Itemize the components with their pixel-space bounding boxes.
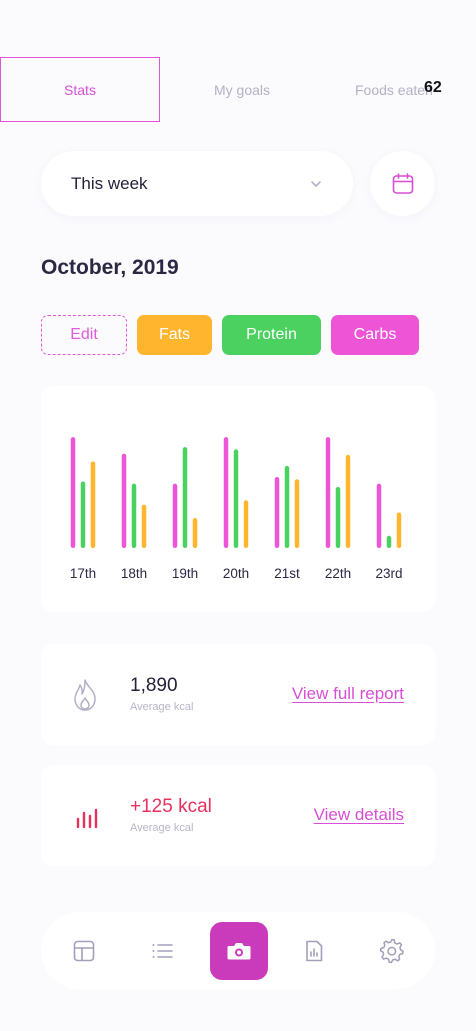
view-details-link[interactable]: View details xyxy=(314,805,404,825)
x-tick-label: 18th xyxy=(121,566,147,581)
report-icon xyxy=(306,940,323,962)
bar-fats-21st xyxy=(294,479,300,548)
bar-carbs-20th xyxy=(223,437,229,548)
average-kcal-card: 1,890 Average kcal View full report xyxy=(41,644,435,745)
calendar-button[interactable] xyxy=(370,151,435,216)
nav-list[interactable] xyxy=(137,926,187,976)
bar-fats-22th xyxy=(345,454,351,548)
bar-protein-21st xyxy=(284,465,290,548)
x-tick-label: 21st xyxy=(274,566,300,581)
bar-protein-22th xyxy=(335,487,341,548)
fats-chip[interactable]: Fats xyxy=(137,315,212,355)
tab-foods-eaten[interactable]: Foods eaten xyxy=(322,57,476,122)
month-title: October, 2019 xyxy=(41,256,179,279)
x-tick-label: 17th xyxy=(70,566,96,581)
calendar-icon xyxy=(392,172,413,194)
nav-camera[interactable] xyxy=(210,922,268,980)
bar-protein-17th xyxy=(80,481,86,548)
bar-protein-18th xyxy=(131,483,137,548)
tab-stats[interactable]: Stats xyxy=(0,57,160,122)
bar-fats-19th xyxy=(192,518,198,548)
kcal-difference-card: +125 kcal Average kcal View details xyxy=(41,765,435,866)
nutrition-chart-card: 17th 18th 19th 20th 21st 22th 23rd xyxy=(41,386,435,612)
nav-report[interactable] xyxy=(289,926,339,976)
protein-chip[interactable]: Protein xyxy=(222,315,321,355)
carbs-chip[interactable]: Carbs xyxy=(331,315,419,355)
bar-chart-icon xyxy=(76,808,98,829)
list-icon xyxy=(152,944,173,958)
tab-badge: 62 xyxy=(424,79,442,96)
bar-protein-23rd xyxy=(386,535,392,548)
bar-carbs-19th xyxy=(172,483,178,548)
x-tick-label: 22th xyxy=(325,566,351,581)
kcal-difference-value: +125 kcal xyxy=(130,796,212,817)
settings-icon xyxy=(379,938,404,964)
bar-protein-20th xyxy=(233,449,239,548)
camera-icon xyxy=(227,943,251,960)
bar-carbs-21st xyxy=(274,477,280,548)
bar-carbs-17th xyxy=(70,437,76,548)
period-select-label: This week xyxy=(71,173,148,193)
nav-settings[interactable] xyxy=(367,926,417,976)
x-tick-label: 23rd xyxy=(375,566,402,581)
bar-carbs-23rd xyxy=(376,483,382,548)
bar-fats-17th xyxy=(90,461,96,548)
nutrition-bar-chart: 17th 18th 19th 20th 21st 22th 23rd xyxy=(70,437,403,581)
bar-fats-20th xyxy=(243,500,249,548)
edit-chip[interactable]: Edit xyxy=(41,315,127,355)
x-tick-label: 20th xyxy=(223,566,249,581)
x-tick-label: 19th xyxy=(172,566,198,581)
tab-bar: Stats My goals Foods eaten xyxy=(0,57,476,123)
bar-carbs-18th xyxy=(121,453,127,548)
bar-fats-18th xyxy=(141,504,147,548)
view-full-report-link[interactable]: View full report xyxy=(292,684,404,704)
tab-my-goals[interactable]: My goals xyxy=(162,57,322,122)
kcal-difference-caption: Average kcal xyxy=(130,822,194,834)
period-select[interactable]: This week xyxy=(41,151,353,216)
flame-icon xyxy=(74,679,96,711)
average-kcal-value: 1,890 xyxy=(130,675,178,696)
dashboard-icon xyxy=(73,940,95,962)
nav-dashboard[interactable] xyxy=(59,926,109,976)
bar-protein-19th xyxy=(182,447,188,548)
bar-fats-23rd xyxy=(396,512,402,548)
average-kcal-caption: Average kcal xyxy=(130,701,194,713)
chevron-down-icon xyxy=(311,180,321,187)
bottom-navigation xyxy=(41,912,435,989)
bar-carbs-22th xyxy=(325,437,331,548)
